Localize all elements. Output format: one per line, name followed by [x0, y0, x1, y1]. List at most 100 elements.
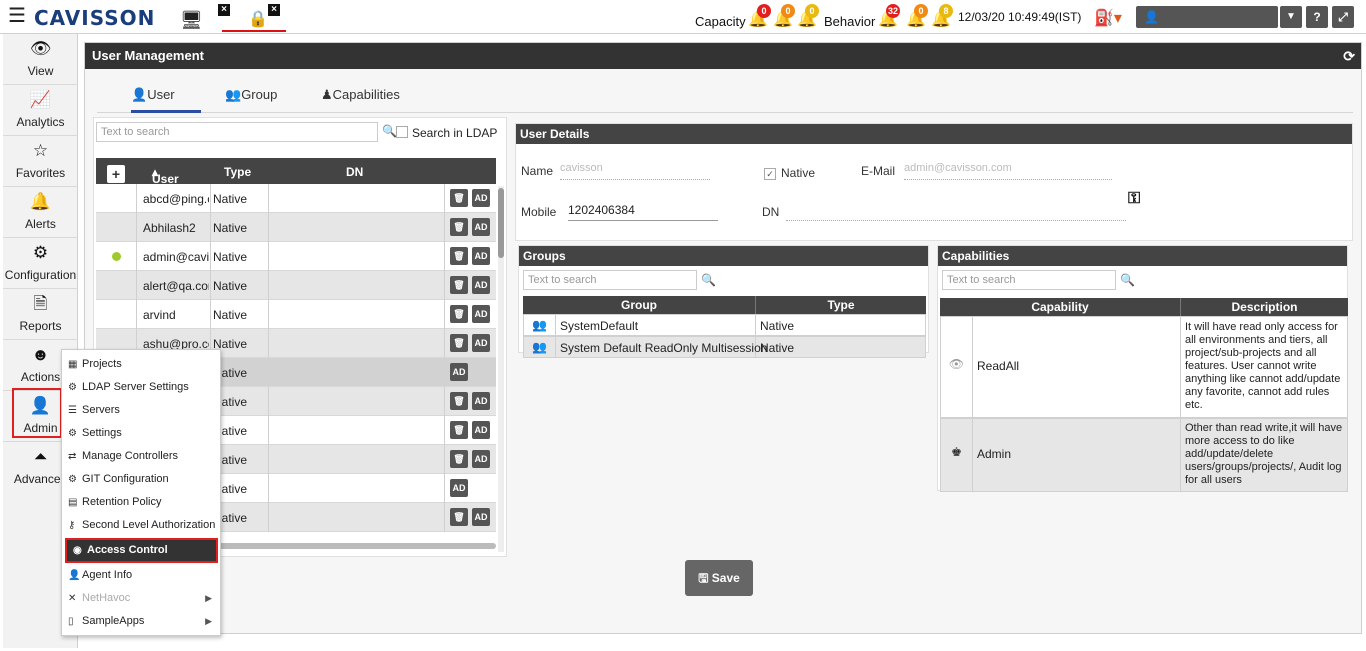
trash-icon[interactable]: 🗑 [450, 334, 468, 352]
trash-icon[interactable]: 🗑 [450, 276, 468, 294]
fullscreen-icon[interactable]: ⤢ [1332, 6, 1354, 28]
nav-alerts[interactable]: 🔔 Alerts [3, 187, 78, 238]
menu-item-ldap-server-settings[interactable]: ⚙ LDAP Server Settings [62, 376, 220, 399]
group-type: Native [760, 341, 795, 355]
trash-icon[interactable]: 🗑 [450, 508, 468, 526]
capability-row[interactable]: ♚ Admin Other than read write,it will ha… [940, 418, 1348, 492]
search-icon[interactable]: 🔍 [382, 124, 397, 138]
trash-icon[interactable]: 🗑 [450, 421, 468, 439]
search-icon[interactable]: 🔍 [1120, 273, 1135, 287]
menu-item-access-control[interactable]: ◉ Access Control [65, 538, 218, 563]
capacity-minor-badge: 0 [805, 4, 819, 18]
menu-item-retention-policy[interactable]: ▤ Retention Policy [62, 491, 220, 514]
mobile-field[interactable]: 1202406384 [568, 203, 718, 221]
eye-icon: 👁 [29, 39, 52, 58]
table-row[interactable]: abcd@ping.co Native 🗑AD [96, 184, 496, 213]
capabilities-title: Capabilities [938, 246, 1347, 266]
save-button[interactable]: 🖫 Save [685, 560, 753, 596]
ad-icon[interactable]: AD [472, 218, 490, 236]
name-field[interactable]: cavisson [560, 162, 710, 180]
close-icon[interactable]: × [268, 4, 280, 16]
menu-item-sampleapps[interactable]: ▯ SampleApps ▶ [62, 610, 220, 633]
scrollbar-thumb[interactable] [498, 188, 504, 258]
nav-analytics[interactable]: 📈 Analytics [3, 85, 78, 136]
vertical-scrollbar[interactable] [498, 186, 504, 552]
user-search-input[interactable]: Text to search [96, 122, 378, 142]
ad-icon[interactable]: AD [472, 450, 490, 468]
cell-divider [136, 300, 137, 329]
user-details-card: User Details Name cavisson ✓ Native E-Ma… [515, 123, 1353, 241]
ldap-label: Search in LDAP [412, 126, 498, 140]
menu-item-second-level-authorization[interactable]: ⚷ Second Level Authorization [62, 514, 220, 537]
mobile-label: Mobile [521, 205, 557, 219]
dn-field[interactable] [786, 203, 1126, 221]
nav-favorites[interactable]: ☆ Favorites [3, 136, 78, 187]
nav-view[interactable]: 👁 View [3, 34, 78, 85]
table-row[interactable]: admin@cavis Native 🗑 AD [96, 242, 496, 271]
column-header-user[interactable]: User ▴ [152, 165, 179, 186]
admin-menu: ▦ Projects ⚙ LDAP Server Settings ☰ Servers… [61, 349, 221, 636]
key-icon[interactable]: ⚿ [1128, 190, 1140, 208]
paint-bucket-icon[interactable]: ⛽▾ [1094, 8, 1122, 28]
capability-row[interactable]: 👁 ReadAll It will have read only access … [940, 316, 1348, 418]
tab-capabilities[interactable]: ♟Capabilities [321, 87, 400, 113]
ad-icon[interactable]: AD [450, 479, 468, 497]
trash-icon[interactable]: 🗑 [450, 305, 468, 323]
search-icon[interactable]: 🔍 [701, 273, 716, 287]
ad-icon[interactable]: AD [472, 421, 490, 439]
group-type-column-header: Type [755, 296, 926, 314]
cell-divider [136, 242, 137, 271]
menu-item-agent-info[interactable]: 👤 Agent Info [62, 564, 220, 587]
capabilities-search-input[interactable]: Text to search [942, 270, 1116, 290]
ad-icon[interactable]: AD [472, 276, 490, 294]
ad-icon[interactable]: AD [472, 189, 490, 207]
ad-icon[interactable]: AD [472, 334, 490, 352]
add-user-button[interactable]: + [107, 165, 125, 183]
ad-icon[interactable]: AD [472, 508, 490, 526]
menu-item-git-configuration[interactable]: ⚙ GIT Configuration [62, 468, 220, 491]
nav-reports[interactable]: 🗎 Reports [3, 289, 78, 340]
refresh-icon[interactable]: ⟳ [1343, 43, 1355, 69]
table-row[interactable]: arvind Native 🗑 AD [96, 300, 496, 329]
chevron-down-icon[interactable]: ▼ [1280, 6, 1302, 28]
ad-icon[interactable]: AD [472, 247, 490, 265]
user-details-title: User Details [516, 124, 1352, 144]
access-control-icon: ◉ [73, 545, 82, 556]
menu-label: LDAP Server Settings [82, 381, 189, 393]
email-field[interactable]: admin@cavisson.com [904, 162, 1112, 180]
menu-item-projects[interactable]: ▦ Projects [62, 353, 220, 376]
native-checkbox[interactable]: ✓ [764, 168, 776, 180]
authorization-icon: ⚷ [68, 520, 76, 531]
menu-item-nethavoc[interactable]: ✕ NetHavoc ▶ [62, 587, 220, 610]
trash-icon[interactable]: 🗑 [450, 247, 468, 265]
tab-user[interactable]: 👤User [131, 87, 201, 113]
table-row[interactable]: Abhilash2 Native 🗑 AD [96, 213, 496, 242]
hamburger-menu-icon[interactable]: ☰ [8, 5, 26, 27]
menu-item-servers[interactable]: ☰ Servers [62, 399, 220, 422]
trash-icon[interactable]: 🗑 [450, 218, 468, 236]
cell-divider [444, 184, 445, 213]
menu-item-manage-controllers[interactable]: ⇄ Manage Controllers [62, 445, 220, 468]
trash-icon[interactable]: 🗑 [450, 392, 468, 410]
group-row[interactable]: 👥 System Default ReadOnly Multisession N… [523, 336, 926, 358]
ad-icon[interactable]: AD [450, 363, 468, 381]
user-account-button[interactable]: 👤 admin@cavisson.com [1136, 6, 1278, 46]
gears-icon: ⚙ [32, 243, 49, 262]
ad-icon[interactable]: AD [472, 305, 490, 323]
tab-lock[interactable]: 🔒 × [222, 4, 286, 32]
ldap-checkbox[interactable] [396, 126, 408, 138]
git-icon: ⚙ [68, 474, 77, 485]
menu-item-settings[interactable]: ⚙ Settings [62, 422, 220, 445]
groups-search-input[interactable]: Text to search [523, 270, 697, 290]
nav-label: Configuration [4, 268, 77, 282]
trash-icon[interactable]: 🗑 [450, 189, 468, 207]
group-row[interactable]: 👥 SystemDefault Native [523, 314, 926, 336]
horizontal-scrollbar[interactable] [180, 543, 496, 549]
ad-icon[interactable]: AD [472, 392, 490, 410]
table-row[interactable]: alert@qa.com Native 🗑AD [96, 271, 496, 300]
trash-icon[interactable]: 🗑 [450, 450, 468, 468]
menu-label: Settings [82, 427, 122, 439]
tab-group[interactable]: 👥Group [225, 87, 277, 113]
help-icon[interactable]: ? [1306, 6, 1328, 28]
nav-configuration[interactable]: ⚙ Configuration [3, 238, 78, 289]
